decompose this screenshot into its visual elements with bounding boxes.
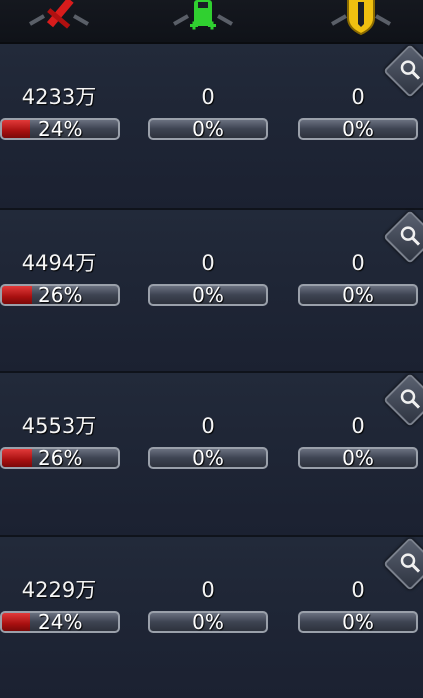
magnifier-icon [399,551,421,573]
heal-percent: 0% [150,286,266,304]
tank-bar: 0% [298,118,418,140]
tank-column: 0 0% [298,250,422,310]
heal-value: 0 [148,413,268,439]
damage-percent: 24% [2,120,118,138]
shield-icon [326,0,396,38]
player-stat-row: 4233万 24% 0 0% 0 0% [0,44,423,208]
sword-icon [24,0,94,38]
damage-column: 4553万 26% [0,413,124,473]
tank-value: 0 [298,84,418,110]
heal-bar: 0% [148,118,268,140]
stats-header [0,0,423,44]
tank-bar: 0% [298,284,418,306]
tank-percent: 0% [300,613,416,631]
damage-column: 4233万 24% [0,84,124,144]
heal-value: 0 [148,84,268,110]
player-stat-row: 4494万 26% 0 0% 0 0% [0,208,423,372]
tank-value: 0 [298,250,418,276]
damage-bar: 24% [0,611,120,633]
magnifier-icon [399,59,421,81]
heal-bar: 0% [148,447,268,469]
heal-cross-icon [168,0,238,38]
damage-value: 4494万 [0,250,118,276]
heal-percent: 0% [150,449,266,467]
damage-bar: 26% [0,447,120,469]
heal-percent: 0% [150,120,266,138]
tank-value: 0 [298,413,418,439]
heal-bar: 0% [148,611,268,633]
tank-percent: 0% [300,120,416,138]
damage-value: 4553万 [0,413,118,439]
player-stat-row: 4229万 24% 0 0% 0 0% [0,535,423,698]
damage-value: 4233万 [0,84,118,110]
magnifier-icon [399,388,421,410]
tank-bar: 0% [298,447,418,469]
damage-column: 4494万 26% [0,250,124,310]
damage-bar: 24% [0,118,120,140]
magnifier-icon [399,224,421,246]
heal-percent: 0% [150,613,266,631]
heal-column: 0 0% [148,413,272,473]
heal-value: 0 [148,250,268,276]
heal-column: 0 0% [148,84,272,144]
damage-percent: 26% [2,286,118,304]
tank-column: 0 0% [298,577,422,637]
tank-column: 0 0% [298,413,422,473]
tank-percent: 0% [300,449,416,467]
damage-column: 4229万 24% [0,577,124,637]
player-stat-row: 4553万 26% 0 0% 0 0% [0,371,423,535]
tank-percent: 0% [300,286,416,304]
heal-column: 0 0% [148,577,272,637]
tank-bar: 0% [298,611,418,633]
damage-value: 4229万 [0,577,118,603]
stats-list: 4233万 24% 0 0% 0 0% 4494万 [0,44,423,698]
damage-percent: 24% [2,613,118,631]
heal-value: 0 [148,577,268,603]
heal-bar: 0% [148,284,268,306]
tank-value: 0 [298,577,418,603]
damage-bar: 26% [0,284,120,306]
damage-percent: 26% [2,449,118,467]
heal-column: 0 0% [148,250,272,310]
tank-column: 0 0% [298,84,422,144]
